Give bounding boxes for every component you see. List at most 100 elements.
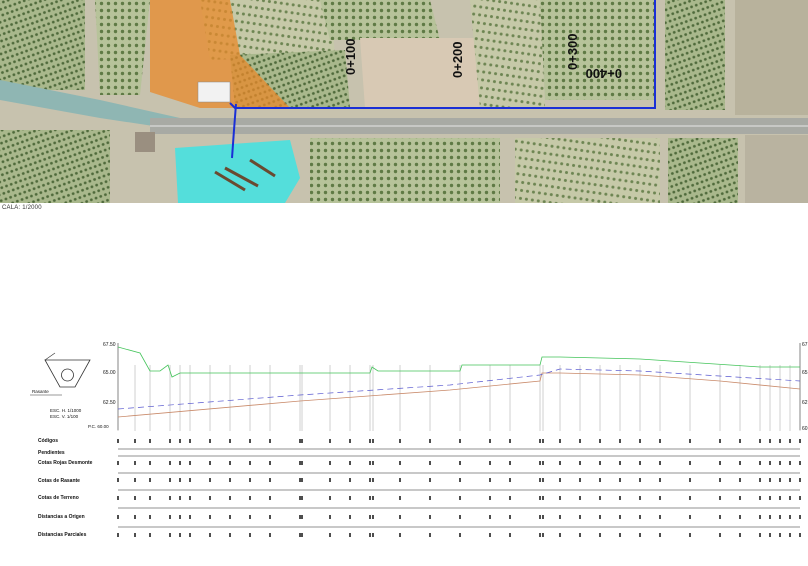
station-value-mark xyxy=(639,439,641,443)
station-value-mark xyxy=(329,533,331,537)
station-value-mark xyxy=(779,515,781,519)
station-value-mark xyxy=(599,533,601,537)
station-value-mark xyxy=(759,461,761,465)
station-value-mark xyxy=(329,478,331,482)
row-label: Códigos xyxy=(38,438,58,444)
station-value-mark xyxy=(134,439,136,443)
station-value-mark xyxy=(799,515,801,519)
longitudinal-profile: Rasante ESC. H. 1/1000 ESC. V. 1/100 P.C… xyxy=(0,335,808,561)
scale-v: ESC. V. 1/100 xyxy=(50,414,79,419)
station-value-mark xyxy=(209,439,211,443)
station-value-mark xyxy=(117,496,119,500)
station-value-mark xyxy=(542,533,544,537)
station-value-mark xyxy=(372,461,374,465)
station-value-mark xyxy=(739,461,741,465)
station-value-mark xyxy=(579,461,581,465)
station-value-mark xyxy=(769,533,771,537)
station-value-mark xyxy=(542,461,544,465)
station-value-mark xyxy=(542,496,544,500)
station-value-mark xyxy=(299,515,301,519)
station-value-mark xyxy=(559,515,561,519)
station-value-mark xyxy=(369,478,371,482)
axis-tick-right: 67 xyxy=(802,342,808,348)
axis-tick-left: 65.00 xyxy=(103,370,116,376)
station-value-mark xyxy=(509,515,511,519)
station-value-mark xyxy=(349,515,351,519)
station-value-mark xyxy=(229,496,231,500)
station-value-mark xyxy=(169,515,171,519)
station-value-mark xyxy=(789,533,791,537)
station-value-mark xyxy=(639,496,641,500)
station-value-mark xyxy=(559,478,561,482)
station-value-mark xyxy=(489,478,491,482)
station-value-mark xyxy=(269,478,271,482)
station-value-mark xyxy=(619,439,621,443)
station-value-mark xyxy=(329,439,331,443)
station-value-mark xyxy=(134,515,136,519)
station-value-mark xyxy=(599,439,601,443)
station-value-mark xyxy=(539,533,541,537)
station-value-mark xyxy=(689,461,691,465)
station-value-mark xyxy=(372,478,374,482)
pk-label: 0+100 xyxy=(343,38,358,75)
station-value-mark xyxy=(269,461,271,465)
station-value-mark xyxy=(579,496,581,500)
profile-canvas: Rasante ESC. H. 1/1000 ESC. V. 1/100 P.C… xyxy=(30,342,808,538)
station-value-mark xyxy=(209,478,211,482)
station-value-mark xyxy=(179,533,181,537)
station-value-mark xyxy=(599,478,601,482)
axis-tick-right: 65 xyxy=(802,370,808,376)
station-value-mark xyxy=(779,533,781,537)
station-value-mark xyxy=(229,478,231,482)
station-value-mark xyxy=(639,515,641,519)
row-label: Cotas de Terreno xyxy=(38,495,79,501)
row-label: Cotas Rojas Desmonte xyxy=(38,460,93,466)
station-value-mark xyxy=(399,515,401,519)
station-value-mark xyxy=(779,478,781,482)
station-value-mark xyxy=(269,533,271,537)
station-value-mark xyxy=(329,496,331,500)
station-value-mark xyxy=(579,439,581,443)
station-value-mark xyxy=(659,439,661,443)
station-value-mark xyxy=(759,533,761,537)
terrain-line xyxy=(117,346,800,378)
station-value-mark xyxy=(599,496,601,500)
station-value-mark xyxy=(249,515,251,519)
station-value-mark xyxy=(301,533,303,537)
station-value-mark xyxy=(134,461,136,465)
station-value-mark xyxy=(372,496,374,500)
station-value-mark xyxy=(719,478,721,482)
station-value-mark xyxy=(249,496,251,500)
station-value-mark xyxy=(599,461,601,465)
station-value-mark xyxy=(249,478,251,482)
row-label: Pendientes xyxy=(38,450,65,456)
station-value-mark xyxy=(509,533,511,537)
station-value-mark xyxy=(349,496,351,500)
station-value-mark xyxy=(769,461,771,465)
station-value-mark xyxy=(659,533,661,537)
station-value-mark xyxy=(229,515,231,519)
station-value-mark xyxy=(149,478,151,482)
station-value-mark xyxy=(799,439,801,443)
station-value-mark xyxy=(149,439,151,443)
station-value-mark xyxy=(799,533,801,537)
station-value-mark xyxy=(719,461,721,465)
station-value-mark xyxy=(189,515,191,519)
station-value-mark xyxy=(149,496,151,500)
station-value-mark xyxy=(619,461,621,465)
station-value-mark xyxy=(369,533,371,537)
station-value-mark xyxy=(149,515,151,519)
station-value-mark xyxy=(179,461,181,465)
station-value-mark xyxy=(689,439,691,443)
station-value-mark xyxy=(269,496,271,500)
station-value-mark xyxy=(619,496,621,500)
station-value-mark xyxy=(509,461,511,465)
station-value-mark xyxy=(459,439,461,443)
station-value-mark xyxy=(299,439,301,443)
station-value-mark xyxy=(689,496,691,500)
station-value-mark xyxy=(169,496,171,500)
station-value-mark xyxy=(579,515,581,519)
station-value-mark xyxy=(299,533,301,537)
station-value-mark xyxy=(739,439,741,443)
station-value-mark xyxy=(459,515,461,519)
